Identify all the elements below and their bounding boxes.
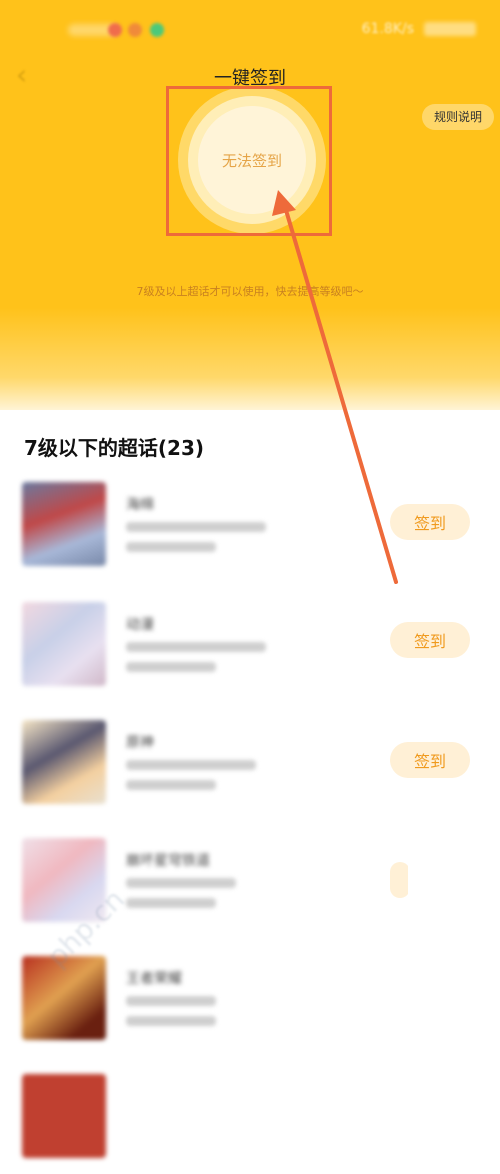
sign-button[interactable]: 签到 <box>390 504 470 540</box>
list-item-desc <box>126 878 236 888</box>
network-speed: 61.8K/s <box>361 21 414 37</box>
sign-button[interactable] <box>390 862 410 898</box>
signal-battery-icon <box>424 22 476 36</box>
blank-overlay <box>408 822 500 1084</box>
list-item-meta <box>126 1016 216 1026</box>
rules-button[interactable]: 规则说明 <box>421 104 494 130</box>
list-item-name: 动漫 <box>126 617 154 633</box>
avatar <box>22 482 106 566</box>
sign-button[interactable]: 签到 <box>390 742 470 778</box>
list-item[interactable]: 动漫 签到 <box>0 602 500 702</box>
list-item-meta <box>126 542 216 552</box>
avatar <box>22 1074 106 1158</box>
list-item-name: 崩坏星穹铁道 <box>126 853 210 869</box>
list-item-meta <box>126 662 216 672</box>
list-item-name: 王者荣耀 <box>126 971 182 987</box>
status-dot-icon <box>108 23 122 37</box>
level-hint: 7级及以上超话才可以使用，快去提高等级吧～ <box>136 285 364 298</box>
list-item[interactable]: 海绵 签到 <box>0 482 500 582</box>
list-item-meta <box>126 898 216 908</box>
list-item[interactable]: 原神 签到 <box>0 720 500 820</box>
status-bar: 61.8K/s <box>0 18 500 42</box>
list-item-desc <box>126 760 256 770</box>
list-item[interactable] <box>0 1074 500 1174</box>
highlight-box <box>166 86 332 236</box>
list-item-name: 海绵 <box>126 497 154 513</box>
list-item-meta <box>126 780 216 790</box>
avatar <box>22 602 106 686</box>
list-item-desc <box>126 642 266 652</box>
avatar <box>22 720 106 804</box>
status-dot-icon <box>128 23 142 37</box>
list-item-desc <box>126 522 266 532</box>
sign-button[interactable]: 签到 <box>390 622 470 658</box>
list-item-name: 原神 <box>126 735 154 751</box>
status-dot-icon <box>150 23 164 37</box>
section-title: 7级以下的超话(23) <box>24 436 205 460</box>
list-item-desc <box>126 996 216 1006</box>
